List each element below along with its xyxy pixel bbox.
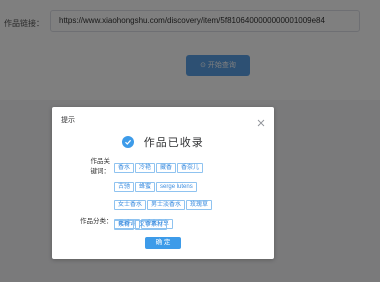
keyword-tag: 蜂蜜 xyxy=(135,181,156,192)
result-dialog: 提示 作品已收录 作品关键词： 香水 冷艳 藏香 香奈儿 古驰 蜂蜜 serge lute… xyxy=(52,107,274,259)
category-tag: 文字素材 xyxy=(135,220,168,230)
keyword-tag: 香奈儿 xyxy=(177,163,204,173)
keyword-tag: 冷艳 xyxy=(135,163,156,173)
dialog-title: 提示 xyxy=(61,117,75,124)
category-label: 作品分类： xyxy=(80,218,113,225)
keyword-tag: 女士香水 xyxy=(114,200,147,210)
category-tags: 素材 文字素材 xyxy=(114,213,264,232)
success-message: 作品已收录 xyxy=(143,136,204,149)
keyword-tag: 香水 xyxy=(114,163,135,173)
close-icon[interactable] xyxy=(257,114,265,127)
keywords-label: 作品关键词： xyxy=(90,158,111,175)
keyword-tag: serge lutens xyxy=(156,181,197,192)
keyword-tag: 男士淡香水 xyxy=(147,200,186,210)
keyword-tag: 玫瑰草 xyxy=(186,200,213,210)
success-message-row: 作品已收录 xyxy=(52,133,274,151)
keyword-tag: 古驰 xyxy=(114,181,135,192)
keyword-tag: 藏香 xyxy=(156,163,177,173)
category-tag: 素材 xyxy=(114,220,135,230)
confirm-button[interactable]: 确 定 xyxy=(145,237,181,249)
check-circle-icon xyxy=(122,135,135,148)
